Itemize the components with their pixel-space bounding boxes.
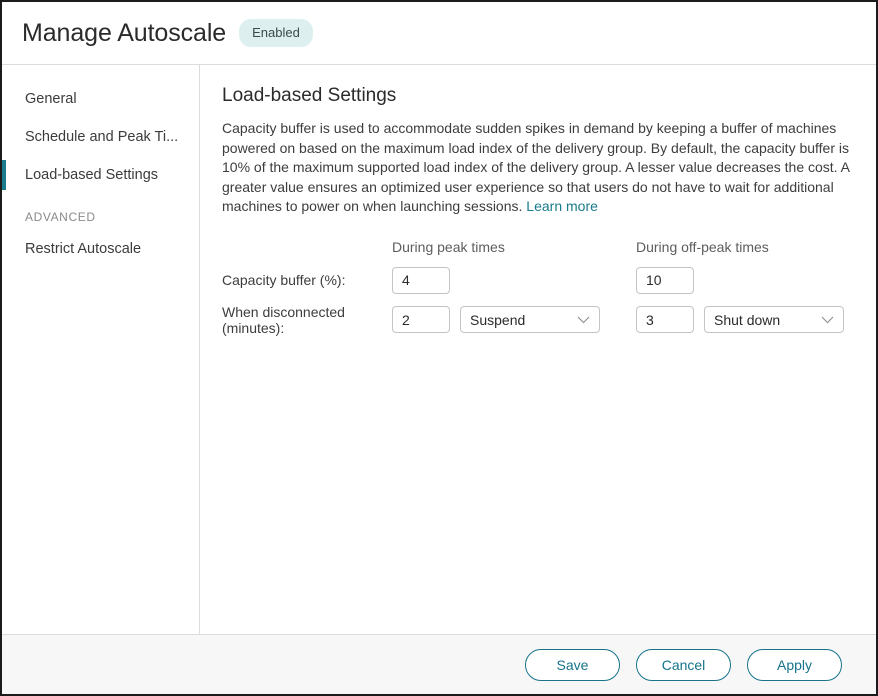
section-title: Load-based Settings (222, 85, 854, 107)
page-header: Manage Autoscale Enabled (2, 2, 876, 65)
main-content: Load-based Settings Capacity buffer is u… (200, 65, 876, 634)
capacity-buffer-peak-input[interactable] (392, 267, 450, 294)
label-when-disconnected: When disconnected (minutes): (222, 304, 392, 336)
learn-more-link[interactable]: Learn more (526, 198, 598, 214)
apply-button[interactable]: Apply (747, 649, 842, 681)
save-button[interactable]: Save (525, 649, 620, 681)
column-header-peak: During peak times (392, 239, 636, 257)
cancel-button[interactable]: Cancel (636, 649, 731, 681)
manage-autoscale-window: Manage Autoscale Enabled General Schedul… (0, 0, 878, 696)
capacity-buffer-peak-group (392, 267, 636, 294)
capacity-buffer-offpeak-input[interactable] (636, 267, 694, 294)
label-when-disconnected-line1: When disconnected (222, 304, 345, 320)
when-disconnected-peak-group: Suspend (392, 306, 636, 333)
when-disconnected-peak-input[interactable] (392, 306, 450, 333)
label-capacity-buffer: Capacity buffer (%): (222, 272, 392, 288)
status-badge: Enabled (239, 19, 313, 47)
chevron-down-icon (577, 316, 590, 324)
sidebar-nav: General Schedule and Peak Ti... Load-bas… (2, 65, 200, 634)
page-body: General Schedule and Peak Ti... Load-bas… (2, 65, 876, 635)
when-disconnected-peak-action-select[interactable]: Suspend (460, 306, 600, 333)
sidebar-item-general[interactable]: General (2, 80, 199, 118)
when-disconnected-offpeak-input[interactable] (636, 306, 694, 333)
when-disconnected-offpeak-action-value: Shut down (714, 312, 815, 328)
sidebar-section-advanced: ADVANCED (2, 194, 199, 230)
sidebar-item-load-based-settings[interactable]: Load-based Settings (2, 156, 199, 194)
column-header-offpeak: During off-peak times (636, 239, 854, 257)
footer-actions: Save Cancel Apply (2, 635, 876, 694)
label-when-disconnected-line2: (minutes): (222, 320, 284, 336)
when-disconnected-offpeak-action-select[interactable]: Shut down (704, 306, 844, 333)
when-disconnected-peak-action-value: Suspend (470, 312, 571, 328)
sidebar-item-restrict-autoscale[interactable]: Restrict Autoscale (2, 230, 199, 268)
load-based-settings-grid: During peak times During off-peak times … (222, 239, 854, 336)
capacity-buffer-offpeak-group (636, 267, 854, 294)
page-title: Manage Autoscale (22, 19, 226, 48)
sidebar-item-schedule-and-peak-times[interactable]: Schedule and Peak Ti... (2, 118, 199, 156)
when-disconnected-offpeak-group: Shut down (636, 306, 854, 333)
section-description: Capacity buffer is used to accommodate s… (222, 119, 854, 217)
chevron-down-icon (821, 316, 834, 324)
